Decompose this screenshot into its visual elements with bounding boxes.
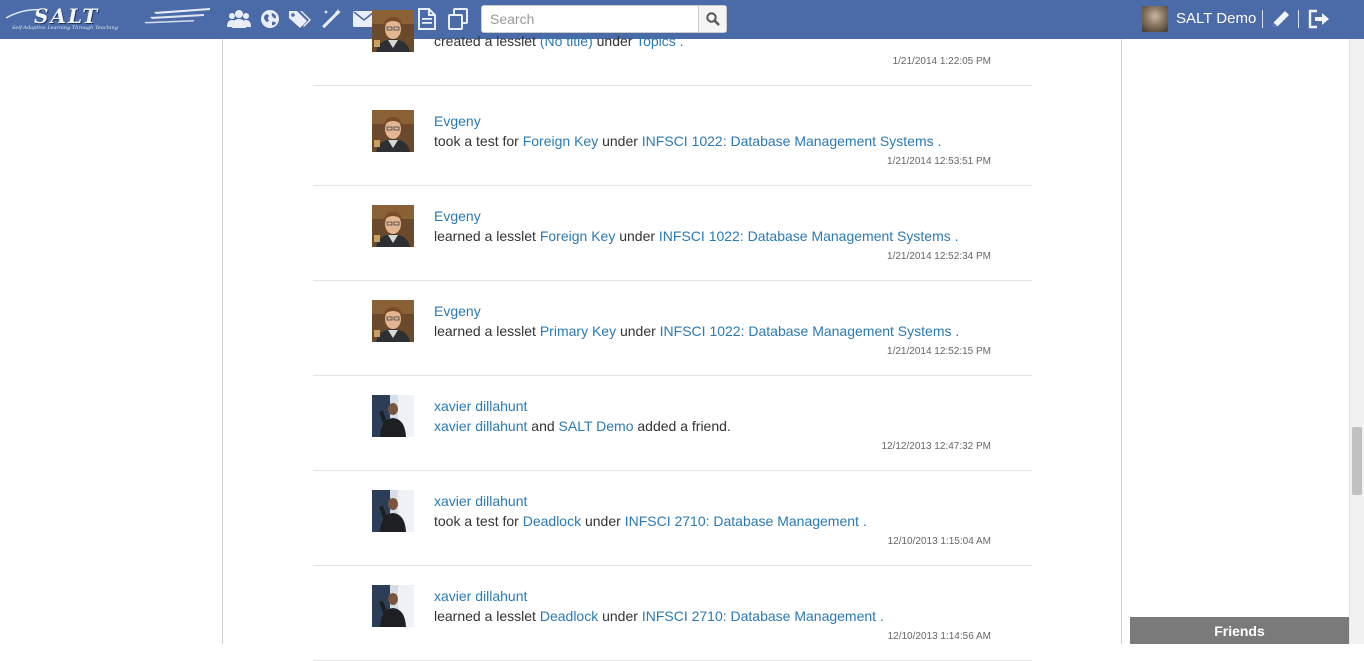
feed-user-link[interactable]: xavier dillahunt <box>434 398 527 414</box>
feed-timestamp: 1/21/2014 1:22:05 PM <box>892 56 991 67</box>
feed-activity-text: created a lesslet (No title) under Topic… <box>434 33 684 49</box>
feed-text: under <box>615 228 659 244</box>
feed-text: learned a lesslet <box>434 608 540 624</box>
feed-text: under <box>581 513 625 529</box>
feed-link[interactable]: INFSCI 1022: Database Management Systems <box>659 228 951 244</box>
feed-link[interactable]: Deadlock <box>540 608 598 624</box>
feed-text: learned a lesslet <box>434 228 540 244</box>
feed-link[interactable]: SALT Demo <box>559 418 634 434</box>
feed-user-link[interactable]: Evgeny <box>434 113 481 129</box>
feed-link[interactable]: . <box>951 323 959 339</box>
feed-timestamp: 1/21/2014 12:52:34 PM <box>887 251 991 262</box>
user-avatar-evgeny[interactable] <box>372 10 414 52</box>
feed-link[interactable]: INFSCI 2710: Database Management <box>642 608 876 624</box>
feed-user-link[interactable]: xavier dillahunt <box>434 588 527 604</box>
feed-link[interactable]: INFSCI 2710: Database Management <box>625 513 859 529</box>
logo-tagline: Self-Adaptive Learning Through Teaching <box>12 25 118 31</box>
user-avatar-xavier[interactable] <box>372 490 414 532</box>
user-avatar-evgeny[interactable] <box>372 205 414 247</box>
feed-activity-text: learned a lesslet Foreign Key under INFS… <box>434 228 959 244</box>
feed-link[interactable]: . <box>876 608 884 624</box>
feed-activity-text: learned a lesslet Primary Key under INFS… <box>434 323 959 339</box>
divider <box>1298 10 1299 28</box>
user-avatar-evgeny[interactable] <box>372 300 414 342</box>
feed-text: under <box>598 133 642 149</box>
feed-user-link[interactable]: Evgeny <box>434 303 481 319</box>
feed-item: created a lesslet (No title) under Topic… <box>313 0 1032 86</box>
feed-link[interactable]: Deadlock <box>523 513 581 529</box>
pencil-icon[interactable] <box>1269 7 1293 31</box>
feed-item: Evgeny learned a lesslet Foreign Key unde… <box>313 185 1032 281</box>
sign-out-icon[interactable] <box>1307 7 1331 31</box>
feed-activity-text: xavier dillahunt and SALT Demo added a f… <box>434 418 731 434</box>
feed-text: added a friend. <box>633 418 731 434</box>
feed-link[interactable]: . <box>676 33 684 49</box>
feed-text: under <box>598 608 642 624</box>
user-avatar-xavier[interactable] <box>372 585 414 627</box>
friends-chat-tab[interactable]: Friends <box>1130 617 1349 644</box>
page-scrollbar[interactable] <box>1349 39 1364 644</box>
feed-text: and <box>527 418 559 434</box>
salt-logo[interactable]: SALT Self-Adaptive Learning Through Teac… <box>4 4 210 34</box>
divider <box>1262 10 1263 28</box>
feed-text: under <box>616 323 660 339</box>
scrollbar-thumb[interactable] <box>1352 427 1362 495</box>
feed-activity-text: learned a lesslet Deadlock under INFSCI … <box>434 608 884 624</box>
globe-icon[interactable] <box>258 7 282 31</box>
feed-link[interactable]: INFSCI 1022: Database Management Systems <box>660 323 952 339</box>
feed-link[interactable]: . <box>934 133 941 149</box>
feed-link[interactable]: Foreign Key <box>523 133 598 149</box>
activity-feed-column: created a lesslet (No title) under Topic… <box>222 10 1122 661</box>
feed-activity-text: took a test for Foreign Key under INFSCI… <box>434 133 941 149</box>
feed-link[interactable]: (No title) <box>540 33 593 49</box>
feed-link[interactable]: Topics <box>636 33 676 49</box>
feed-link[interactable]: Primary Key <box>540 323 616 339</box>
users-icon[interactable] <box>227 7 251 31</box>
feed-activity-text: took a test for Deadlock under INFSCI 27… <box>434 513 867 529</box>
user-avatar-xavier[interactable] <box>372 395 414 437</box>
feed-item: Evgeny learned a lesslet Primary Key unde… <box>313 280 1032 376</box>
feed-item: xavier dillahunt learned a lesslet Deadlo… <box>313 565 1032 661</box>
feed-timestamp: 12/12/2013 12:47:32 PM <box>881 441 991 452</box>
user-avatar[interactable] <box>1142 6 1168 32</box>
feed-user-link[interactable]: Evgeny <box>434 208 481 224</box>
feed-link[interactable]: . <box>859 513 867 529</box>
user-name-link[interactable]: SALT Demo <box>1176 10 1256 27</box>
feed-text: took a test for <box>434 133 523 149</box>
feed-timestamp: 12/10/2013 1:14:56 AM <box>887 631 991 642</box>
feed-text: learned a lesslet <box>434 323 540 339</box>
feed-link[interactable]: Foreign Key <box>540 228 615 244</box>
feed-item: Evgeny took a test for Foreign Key under … <box>313 90 1032 186</box>
feed-user-link[interactable]: xavier dillahunt <box>434 493 527 509</box>
tags-icon[interactable] <box>288 7 312 31</box>
feed-text: created a lesslet <box>434 33 540 49</box>
feed-link[interactable]: INFSCI 1022: Database Management Systems <box>642 133 934 149</box>
feed-text: under <box>592 33 637 49</box>
feed-timestamp: 1/21/2014 12:53:51 PM <box>887 156 991 167</box>
feed-timestamp: 12/10/2013 1:15:04 AM <box>887 536 991 547</box>
feed-text: took a test for <box>434 513 523 529</box>
feed-item: xavier dillahunt took a test for Deadlock… <box>313 470 1032 566</box>
feed-item: xavier dillahunt xavier dillahunt and SAL… <box>313 375 1032 471</box>
feed-link[interactable]: . <box>951 228 959 244</box>
feed-timestamp: 1/21/2014 12:52:15 PM <box>887 346 991 357</box>
feed-link[interactable]: xavier dillahunt <box>434 418 527 434</box>
user-avatar-evgeny[interactable] <box>372 110 414 152</box>
